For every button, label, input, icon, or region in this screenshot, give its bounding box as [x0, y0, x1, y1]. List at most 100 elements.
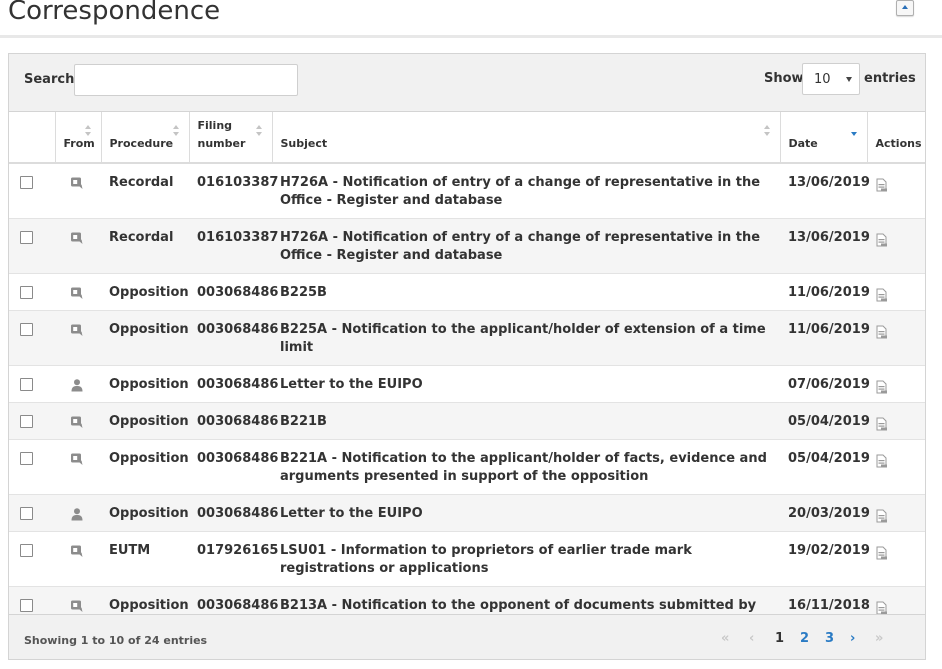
- page-link-2[interactable]: 2: [800, 631, 809, 646]
- first-page-icon[interactable]: «: [721, 631, 729, 646]
- table-row[interactable]: Recordal 016103387 H726A - Notification of…: [9, 218, 925, 274]
- subject-cell[interactable]: Letter to the EUIPO: [272, 365, 780, 403]
- row-checkbox[interactable]: [20, 415, 33, 428]
- date-cell: 13/06/2019: [780, 218, 870, 274]
- sort-descending-icon: [850, 125, 857, 137]
- table-toolbar: Search: Show 10 entries: [9, 54, 925, 112]
- filing-number-cell: 003068486: [189, 365, 278, 403]
- row-checkbox[interactable]: [20, 378, 33, 391]
- filing-number-cell: 003068486: [189, 310, 278, 366]
- entries-info: Showing 1 to 10 of 24 entries: [24, 634, 208, 647]
- row-select-cell: [9, 218, 55, 274]
- column-header-actions: Actions: [867, 112, 925, 164]
- table-header-row: From Procedure Filing number Subject Date: [9, 112, 925, 164]
- date-cell: 05/04/2019: [780, 439, 870, 495]
- filing-number-cell: 016103387: [189, 163, 278, 219]
- search-input[interactable]: [74, 64, 298, 96]
- column-header-from[interactable]: From: [55, 112, 102, 164]
- row-select-cell: [9, 494, 55, 532]
- table-row[interactable]: Opposition 003068486 B225B 11/06/2019: [9, 273, 925, 311]
- row-checkbox[interactable]: [20, 231, 33, 244]
- page-link-1[interactable]: 1: [775, 631, 784, 646]
- user-icon: [70, 378, 93, 392]
- from-cell: [55, 273, 101, 311]
- column-header-date[interactable]: Date: [780, 112, 868, 164]
- download-document-icon[interactable]: [876, 380, 917, 394]
- actions-cell: [867, 310, 925, 366]
- row-checkbox[interactable]: [20, 452, 33, 465]
- table-row[interactable]: Opposition 003068486 B221B 05/04/2019: [9, 402, 925, 440]
- column-header-filing-number[interactable]: Filing number: [189, 112, 273, 164]
- subject-cell[interactable]: LSU01 - Information to proprietors of ea…: [272, 531, 780, 587]
- message-icon: [70, 323, 93, 337]
- subject-cell[interactable]: H726A - Notification of entry of a chang…: [272, 163, 780, 219]
- procedure-cell: Opposition: [101, 494, 189, 532]
- row-checkbox[interactable]: [20, 599, 33, 612]
- message-icon: [70, 415, 93, 429]
- column-header-subject[interactable]: Subject: [272, 112, 781, 164]
- download-document-icon[interactable]: [876, 233, 917, 247]
- download-document-icon[interactable]: [876, 417, 917, 431]
- download-document-icon[interactable]: [876, 288, 917, 302]
- message-icon: [70, 544, 93, 558]
- page-link-3[interactable]: 3: [825, 631, 834, 646]
- title-divider: [0, 35, 942, 38]
- table-row[interactable]: Recordal 016103387 H726A - Notification of…: [9, 163, 925, 219]
- table-row[interactable]: EUTM 017926165 LSU01 - Information to prop…: [9, 531, 925, 587]
- page-title: Correspondence: [8, 0, 221, 26]
- sort-icon: [255, 125, 262, 137]
- download-document-icon[interactable]: [876, 509, 917, 523]
- row-checkbox[interactable]: [20, 176, 33, 189]
- subject-cell[interactable]: B225A - Notification to the applicant/ho…: [272, 310, 780, 366]
- message-icon: [70, 176, 93, 190]
- table-row[interactable]: Opposition 003068486 B221A - Notification …: [9, 439, 925, 495]
- download-document-icon[interactable]: [876, 601, 917, 615]
- show-label: Show: [764, 71, 804, 86]
- filing-number-cell: 003068486: [189, 494, 278, 532]
- actions-cell: [867, 402, 925, 440]
- subject-cell[interactable]: Letter to the EUIPO: [272, 494, 780, 532]
- date-cell: 05/04/2019: [780, 402, 870, 440]
- table-row[interactable]: Opposition 003068486 B225A - Notification …: [9, 310, 925, 366]
- from-cell: [55, 494, 101, 532]
- from-cell: [55, 163, 101, 219]
- actions-cell: [867, 494, 925, 532]
- entries-label: entries: [864, 71, 916, 86]
- download-document-icon[interactable]: [876, 546, 917, 560]
- download-document-icon[interactable]: [876, 325, 917, 339]
- collapse-panel-button[interactable]: [896, 0, 914, 16]
- procedure-cell: Opposition: [101, 273, 189, 311]
- correspondence-table: From Procedure Filing number Subject Date: [9, 112, 925, 642]
- table-row[interactable]: Opposition 003068486 Letter to the EUIPO 20…: [9, 494, 925, 532]
- row-checkbox[interactable]: [20, 323, 33, 336]
- last-page-icon[interactable]: »: [875, 631, 883, 646]
- actions-cell: [867, 531, 925, 587]
- download-document-icon[interactable]: [876, 454, 917, 468]
- procedure-cell: Opposition: [101, 310, 189, 366]
- subject-cell[interactable]: B221A - Notification to the applicant/ho…: [272, 439, 780, 495]
- entries-per-page-select[interactable]: 10: [802, 63, 860, 95]
- subject-cell[interactable]: B221B: [272, 402, 780, 440]
- table-row[interactable]: Opposition 003068486 Letter to the EUIPO 07…: [9, 365, 925, 403]
- next-page-icon[interactable]: ›: [850, 631, 855, 646]
- search-label: Search:: [24, 72, 80, 87]
- row-checkbox[interactable]: [20, 544, 33, 557]
- filing-number-cell: 003068486: [189, 402, 278, 440]
- download-document-icon[interactable]: [876, 178, 917, 192]
- row-checkbox[interactable]: [20, 507, 33, 520]
- column-header-select: [9, 112, 56, 164]
- filing-number-cell: 016103387: [189, 218, 278, 274]
- row-select-cell: [9, 402, 55, 440]
- column-header-procedure[interactable]: Procedure: [101, 112, 190, 164]
- message-icon: [70, 231, 93, 245]
- row-select-cell: [9, 365, 55, 403]
- row-checkbox[interactable]: [20, 286, 33, 299]
- date-cell: 19/02/2019: [780, 531, 870, 587]
- from-cell: [55, 365, 101, 403]
- sort-icon: [172, 125, 179, 137]
- filing-number-cell: 003068486: [189, 439, 278, 495]
- previous-page-icon[interactable]: ‹: [749, 631, 754, 646]
- subject-cell[interactable]: H726A - Notification of entry of a chang…: [272, 218, 780, 274]
- procedure-cell: EUTM: [101, 531, 189, 587]
- subject-cell[interactable]: B225B: [272, 273, 780, 311]
